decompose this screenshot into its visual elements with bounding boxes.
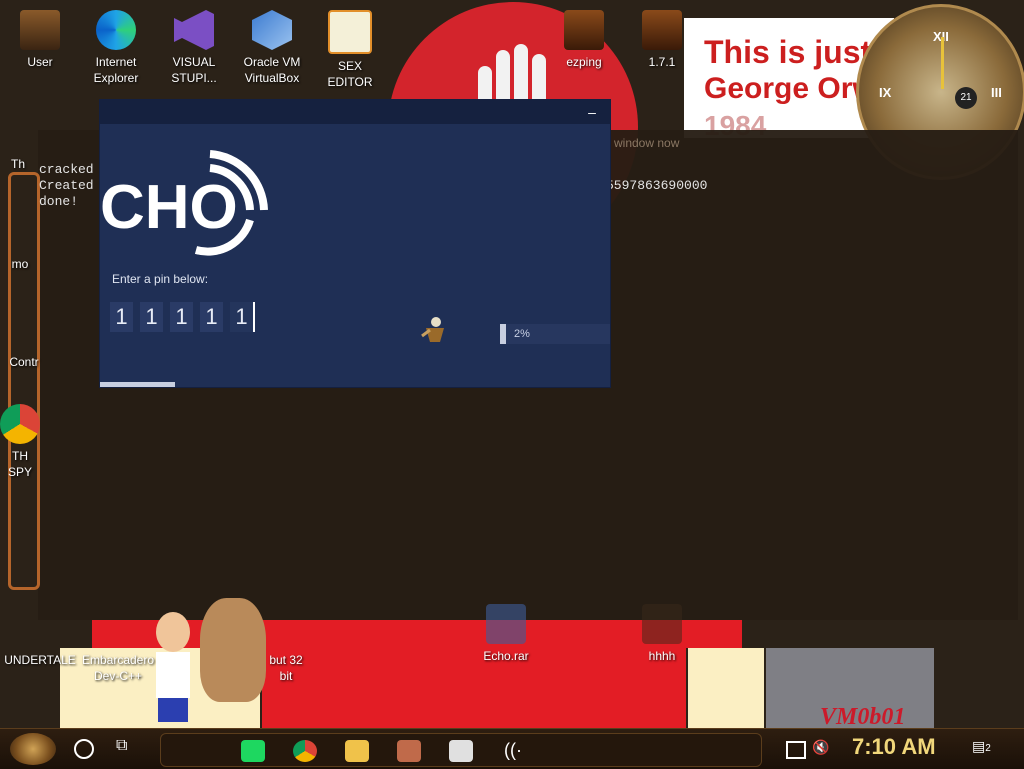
desktop-icon-undertale[interactable]: UNDERTALE [0, 652, 80, 668]
progress-label: 2% [514, 328, 530, 340]
echo-app-taskbar-icon[interactable]: ((· [501, 740, 525, 762]
notification-count: 2 [985, 743, 991, 754]
start-button[interactable] [10, 733, 56, 765]
echo-logo-text: CHO [100, 173, 238, 242]
pin-prompt: Enter a pin below: [112, 272, 209, 286]
media-app-icon[interactable] [449, 740, 473, 762]
echo-titlebar[interactable]: – [100, 100, 610, 124]
spotify-icon[interactable] [241, 740, 265, 762]
folder-icon [564, 10, 604, 50]
echo-app-window[interactable]: – CHO Enter a pin below: 1 1 1 1 1 2% [100, 100, 610, 387]
volume-muted-icon[interactable]: 🔇 [812, 739, 829, 756]
desktop-icon-visual-studio[interactable]: VISUAL STUPI... [154, 10, 234, 86]
terminal-number: 5597863690000 [606, 178, 708, 193]
file-icon [642, 604, 682, 644]
archive-icon [486, 604, 526, 644]
desktop-icon-spy[interactable]: TH SPY [0, 404, 60, 480]
user-folder-icon [20, 10, 60, 50]
desktop-icon-control-panel[interactable]: Contr [0, 354, 64, 370]
taskbar-app-tray: ((· [160, 733, 762, 767]
minimize-button[interactable]: – [582, 102, 602, 122]
file-explorer-icon[interactable] [345, 740, 369, 762]
desktop-icon-partial[interactable]: mo [0, 256, 60, 272]
terminal-line: Created [39, 178, 94, 193]
desktop-icon-user[interactable]: User [0, 10, 80, 70]
pin-digit-input[interactable]: 1 [170, 302, 193, 332]
wallpaper-text: VM0b01 [820, 704, 906, 730]
echo-logo: CHO [100, 150, 268, 256]
terminal-line: done! [39, 194, 79, 209]
folder-icon [642, 10, 682, 50]
virtualbox-icon [252, 10, 292, 50]
notification-icon[interactable]: ▤2 [972, 738, 996, 758]
pin-digit-input[interactable]: 1 [110, 302, 133, 332]
hex-editor-icon [328, 10, 372, 54]
edge-icon [96, 10, 136, 50]
poster-line-1: This is just [704, 34, 872, 70]
chrome-icon [0, 404, 40, 444]
desktop-icon-hex-editor[interactable]: SEX EDITOR [310, 10, 390, 90]
chrome-icon[interactable] [293, 740, 317, 762]
network-icon[interactable] [786, 741, 806, 759]
taskbar-clock[interactable]: 7:10 AM [852, 734, 936, 760]
search-icon[interactable] [74, 739, 94, 759]
cartoon-man-sticker [150, 612, 196, 722]
clock-hand [941, 37, 944, 89]
doge-sticker [200, 598, 266, 702]
desktop-icon-ezping[interactable]: ezping [544, 10, 624, 70]
progress-bar-fill [500, 324, 506, 344]
progress-bar-track: 2% [500, 324, 610, 344]
visual-studio-icon [174, 10, 214, 50]
desktop-icon-1-7-1[interactable]: 1.7.1 [622, 10, 702, 70]
loading-strip [100, 382, 175, 387]
task-view-icon[interactable]: ⧉ [116, 737, 136, 757]
desktop-icon-partial[interactable]: Th [0, 156, 58, 172]
pin-digit-input[interactable]: 1 [230, 302, 255, 332]
clock-date: 21 [955, 87, 977, 109]
pin-digit-input[interactable]: 1 [200, 302, 223, 332]
sidebar-frame [8, 172, 40, 590]
desktop-icon-virtualbox[interactable]: Oracle VM VirtualBox [232, 10, 312, 86]
pin-digit-input[interactable]: 1 [140, 302, 163, 332]
desktop-icon-dev-cpp[interactable]: Embarcadero Dev-C++ [78, 652, 158, 684]
cursor-sprite-icon [421, 317, 444, 342]
background-window-title: window now [614, 136, 680, 150]
desktop-icon-echo-rar[interactable]: Echo.rar [466, 604, 546, 664]
pin-input-group[interactable]: 1 1 1 1 1 [110, 302, 255, 332]
desktop-icon-internet-explorer[interactable]: Internet Explorer [76, 10, 156, 86]
game-app-icon[interactable] [397, 740, 421, 762]
desktop-icon-hhhh[interactable]: hhhh [622, 604, 702, 664]
